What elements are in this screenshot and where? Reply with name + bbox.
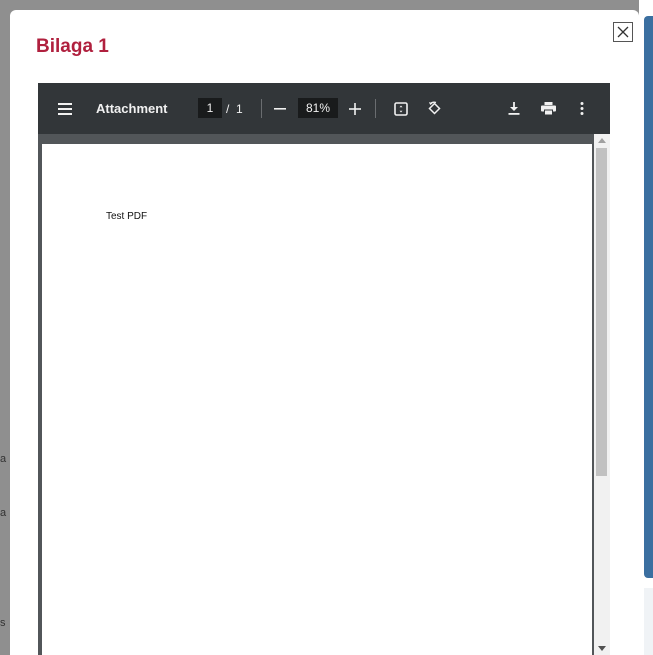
backdrop-text-fragment: a <box>0 507 7 519</box>
print-icon <box>541 102 556 115</box>
backdrop-text-fragment: s <box>0 617 6 629</box>
scroll-down-arrow-icon[interactable] <box>598 646 606 651</box>
close-icon <box>617 26 629 38</box>
zoom-in-icon <box>349 102 361 115</box>
more-options-button[interactable] <box>580 83 584 134</box>
pdf-page-area: Test PDF <box>38 134 610 655</box>
download-icon <box>508 102 520 115</box>
fit-page-icon <box>394 101 408 116</box>
fit-page-button[interactable] <box>394 83 408 134</box>
page-separator: / <box>226 101 230 116</box>
more-options-icon <box>580 102 584 115</box>
print-button[interactable] <box>541 83 556 134</box>
scroll-up-arrow-icon[interactable] <box>598 138 606 143</box>
page-number-input[interactable]: 1 <box>198 98 222 118</box>
scroll-thumb[interactable] <box>596 148 607 476</box>
modal-title: Bilaga 1 <box>36 36 109 57</box>
zoom-out-button[interactable] <box>274 83 286 134</box>
background-side-lower <box>644 588 653 655</box>
background-side-panel <box>639 0 653 655</box>
download-button[interactable] <box>508 83 520 134</box>
pdf-toolbar: Attachment 1 / 1 81% <box>38 83 610 134</box>
vertical-scrollbar[interactable] <box>594 134 610 655</box>
rotate-icon <box>428 101 441 115</box>
close-button[interactable] <box>613 22 633 42</box>
rotate-button[interactable] <box>427 83 442 134</box>
menu-icon <box>58 102 72 115</box>
background-side-bar <box>644 16 653 578</box>
toolbar-divider <box>375 99 376 118</box>
page-total: / 1 <box>226 83 243 134</box>
pdf-viewer: Attachment 1 / 1 81% Test PDF <box>38 83 610 655</box>
zoom-in-button[interactable] <box>349 83 361 134</box>
attachment-modal: Bilaga 1 Attachment 1 / 1 81% Test PDF <box>10 10 639 655</box>
pdf-page-text: Test PDF <box>106 211 148 222</box>
zoom-input[interactable]: 81% <box>298 98 338 118</box>
zoom-out-icon <box>274 107 286 110</box>
pdf-page: Test PDF <box>42 144 592 655</box>
total-pages: 1 <box>236 101 243 116</box>
document-title: Attachment <box>96 101 168 116</box>
backdrop-text-fragment: a <box>0 453 7 465</box>
menu-button[interactable] <box>58 83 72 134</box>
toolbar-divider <box>261 99 262 118</box>
